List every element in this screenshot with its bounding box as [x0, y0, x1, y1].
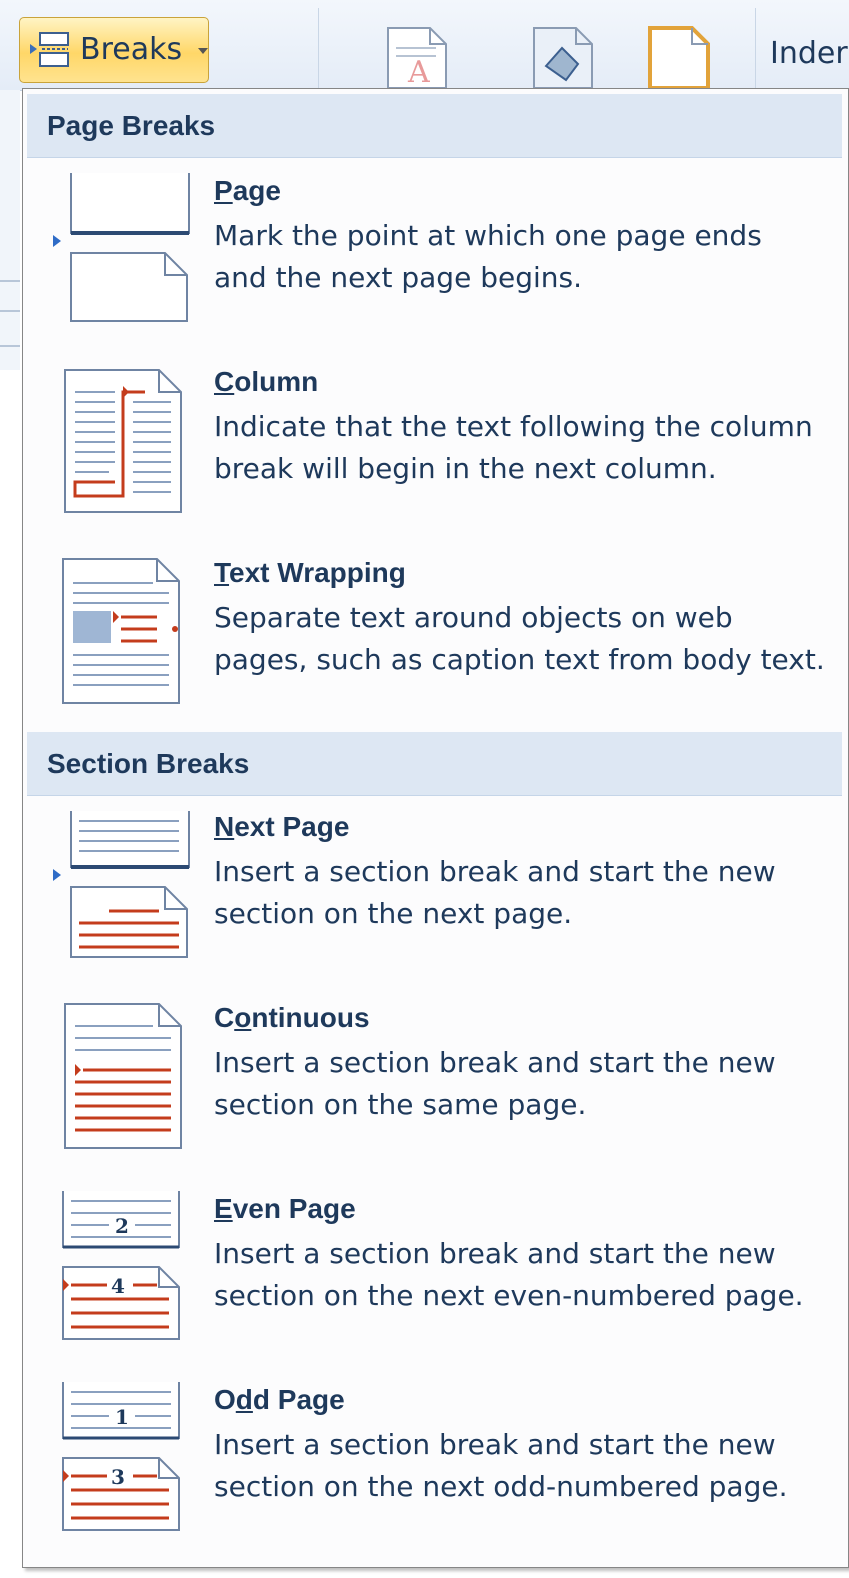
- breaks-label: Breaks: [80, 32, 183, 67]
- text-wrapping-icon: [62, 558, 180, 704]
- chevron-down-icon: [198, 48, 208, 54]
- page-breaks-header: Page Breaks: [27, 94, 842, 158]
- menu-item-description: Insert a section break and start the new…: [214, 1428, 788, 1503]
- menu-item-title: Odd Page: [214, 1384, 345, 1415]
- edge-line: [0, 345, 20, 347]
- breaks-dropdown-menu: Page Breaks Page Mark the point at which…: [22, 88, 849, 1568]
- menu-item-description: Mark the point at which one page ends an…: [214, 219, 762, 294]
- menu-item-description: Separate text around objects on web page…: [214, 601, 825, 676]
- menu-item-column[interactable]: Column Indicate that the text following …: [23, 362, 848, 548]
- watermark-icon[interactable]: A: [386, 26, 450, 90]
- menu-item-text-wrapping[interactable]: Text Wrapping Separate text around objec…: [23, 553, 848, 739]
- menu-item-odd-page[interactable]: 1 3 Odd Page Insert a section break and …: [23, 1380, 848, 1566]
- breaks-icon: [30, 32, 69, 67]
- menu-item-title: Page: [214, 175, 281, 206]
- next-page-icon: [53, 811, 190, 958]
- continuous-icon: [64, 1003, 182, 1149]
- page-break-icon: [53, 173, 190, 322]
- menu-item-title: Column: [214, 366, 319, 397]
- even-page-icon: 2 4: [62, 1191, 180, 1340]
- menu-item-page[interactable]: Page Mark the point at which one page en…: [23, 171, 848, 357]
- document-edge: [0, 90, 20, 370]
- svg-text:4: 4: [111, 1274, 125, 1298]
- page-borders-icon[interactable]: [648, 26, 712, 90]
- ribbon: Breaks A Inder: [0, 0, 849, 91]
- menu-item-next-page[interactable]: Next Page Insert a section break and sta…: [23, 807, 848, 993]
- menu-item-description: Insert a section break and start the new…: [214, 1046, 776, 1121]
- edge-line: [0, 310, 20, 312]
- menu-item-continuous[interactable]: Continuous Insert a section break and st…: [23, 998, 848, 1184]
- edge-line: [0, 280, 20, 282]
- breaks-button[interactable]: Breaks: [19, 17, 209, 83]
- svg-text:3: 3: [111, 1465, 125, 1489]
- menu-item-title: Even Page: [214, 1193, 356, 1224]
- menu-item-title: Continuous: [214, 1002, 370, 1033]
- column-break-icon: [64, 369, 182, 513]
- menu-item-title: Text Wrapping: [214, 557, 406, 588]
- page-color-icon[interactable]: [532, 26, 596, 90]
- indent-label: Inder: [770, 36, 848, 71]
- menu-item-even-page[interactable]: 2 4 Even Page Insert a section break and…: [23, 1189, 848, 1375]
- menu-item-description: Insert a section break and start the new…: [214, 855, 776, 930]
- odd-page-icon: 1 3: [62, 1382, 180, 1531]
- menu-item-title: Next Page: [214, 811, 350, 842]
- svg-text:A: A: [407, 55, 430, 90]
- ribbon-separator: [318, 8, 319, 88]
- section-breaks-header: Section Breaks: [27, 732, 842, 796]
- svg-text:1: 1: [115, 1405, 129, 1429]
- ribbon-separator: [755, 8, 756, 88]
- menu-item-description: Indicate that the text following the col…: [214, 410, 813, 485]
- menu-item-description: Insert a section break and start the new…: [214, 1237, 804, 1312]
- svg-text:2: 2: [115, 1214, 129, 1238]
